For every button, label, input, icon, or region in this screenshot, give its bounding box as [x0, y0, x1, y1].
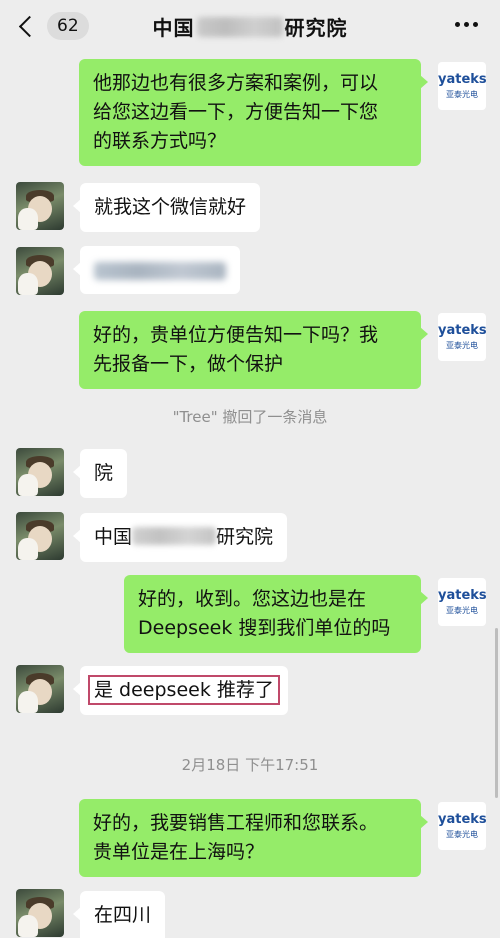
- message-text: 在四川: [94, 904, 152, 926]
- message-bubble-incoming[interactable]: 中国 研究院: [72, 513, 288, 562]
- chat-title: 中国 研究院: [0, 12, 500, 41]
- message-line: 给您这边看一下，方便告知一下您: [93, 101, 379, 123]
- message-bubble-incoming[interactable]: 就我这个微信就好: [72, 183, 261, 232]
- message-line: 好的，收到。您这边也是在: [138, 588, 367, 610]
- avatar-self[interactable]: yateks 亚泰光电: [438, 313, 486, 361]
- dot-icon: [473, 22, 478, 27]
- highlighted-message-text: 是 deepseek 推荐了: [88, 675, 280, 705]
- message-bubble-incoming[interactable]: 院: [72, 449, 128, 498]
- brand-logo-subtitle: 亚泰光电: [446, 606, 478, 615]
- chat-title-prefix: 中国: [152, 16, 195, 40]
- chat-scrollbar[interactable]: [495, 628, 498, 798]
- dot-icon: [464, 22, 469, 27]
- brand-logo-subtitle: 亚泰光电: [446, 830, 478, 839]
- recall-notice: "Tree" 撤回了一条消息: [172, 408, 328, 426]
- message-text-suffix: 研究院: [216, 526, 274, 548]
- message-bubble-incoming[interactable]: 在四川: [72, 891, 166, 938]
- avatar-contact[interactable]: [16, 247, 64, 295]
- message-bubble-outgoing[interactable]: 好的，收到。您这边也是在 Deepseek 搜到我们单位的吗: [124, 575, 428, 653]
- avatar-self[interactable]: yateks 亚泰光电: [438, 802, 486, 850]
- brand-logo-subtitle: 亚泰光电: [446, 341, 478, 350]
- message-line: 好的，贵单位方便告知一下吗？我: [93, 324, 379, 346]
- message-bubble-outgoing[interactable]: 好的，贵单位方便告知一下吗？我 先报备一下，做个保护: [79, 311, 428, 389]
- redacted-phone-number: [94, 261, 226, 280]
- message-line: 的联系方式吗？: [93, 130, 227, 152]
- avatar-contact[interactable]: [16, 512, 64, 560]
- message-bubble-incoming[interactable]: [73, 246, 240, 294]
- chat-header: 62 中国 研究院: [0, 0, 500, 52]
- message-bubble-outgoing[interactable]: 他那边也有很多方案和案例，可以 给您这边看一下，方便告知一下您 的联系方式吗？: [79, 59, 428, 166]
- chat-title-suffix: 研究院: [284, 16, 348, 40]
- redacted-text: [196, 17, 283, 37]
- avatar-contact[interactable]: [16, 889, 64, 937]
- more-options-button[interactable]: [455, 22, 478, 27]
- message-text: 就我这个微信就好: [94, 196, 247, 218]
- avatar-contact[interactable]: [16, 665, 64, 713]
- avatar-contact[interactable]: [16, 182, 64, 230]
- brand-logo-text: yateks: [438, 323, 486, 338]
- avatar-self[interactable]: yateks 亚泰光电: [438, 578, 486, 626]
- avatar-self[interactable]: yateks 亚泰光电: [438, 62, 486, 110]
- message-line: 好的，我要销售工程师和您联系。: [93, 812, 379, 834]
- message-line: 贵单位是在上海吗？: [93, 841, 265, 863]
- brand-logo-subtitle: 亚泰光电: [446, 90, 478, 99]
- message-text-prefix: 中国: [94, 526, 133, 548]
- brand-logo-text: yateks: [438, 812, 486, 827]
- brand-logo-text: yateks: [438, 588, 486, 603]
- message-line: 他那边也有很多方案和案例，可以: [93, 72, 379, 94]
- redacted-text: [132, 527, 217, 545]
- message-line: Deepseek 搜到我们单位的吗: [138, 617, 391, 639]
- message-bubble-outgoing[interactable]: 好的，我要销售工程师和您联系。 贵单位是在上海吗？: [79, 799, 428, 877]
- message-bubble-incoming[interactable]: 是 deepseek 推荐了: [73, 666, 288, 715]
- brand-logo-text: yateks: [438, 72, 486, 87]
- message-line: 先报备一下，做个保护: [93, 353, 284, 375]
- message-timestamp: 2月18日 下午17:51: [181, 756, 319, 774]
- avatar-contact[interactable]: [16, 448, 64, 496]
- dot-icon: [455, 22, 460, 27]
- message-text: 院: [94, 462, 114, 484]
